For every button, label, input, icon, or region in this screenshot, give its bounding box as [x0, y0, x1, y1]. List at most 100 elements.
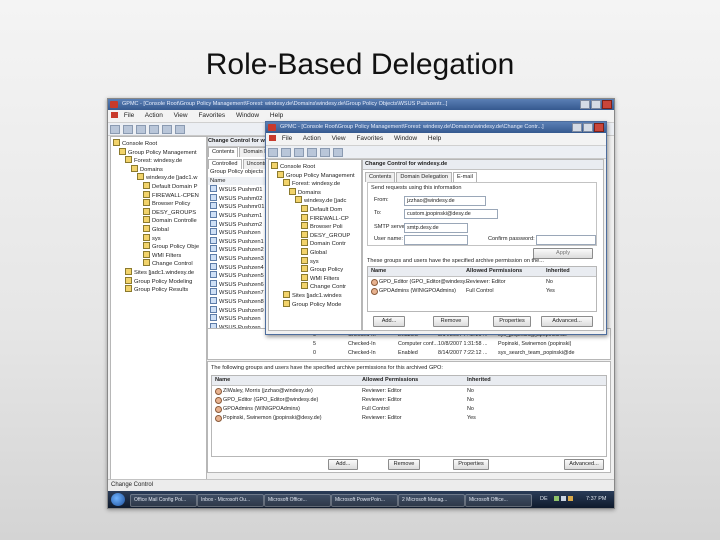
menu-window[interactable]: Window [394, 135, 417, 142]
back-window-titlebar[interactable]: GPMC - [Console Root\Group Policy Manage… [108, 99, 614, 110]
tab-email[interactable]: E-mail [452, 172, 477, 182]
menu-action[interactable]: Action [303, 135, 321, 142]
list-item[interactable]: WSUS Pushzen3 [208, 253, 270, 263]
front-advanced-button[interactable]: Advanced... [541, 316, 593, 327]
tree-node[interactable]: Group Policy Results [111, 285, 206, 294]
tree-node[interactable]: Change Control [111, 259, 206, 268]
tree-node[interactable]: Group Policy Mode [269, 299, 361, 309]
refresh-icon[interactable] [162, 125, 172, 134]
maximize-icon[interactable] [583, 123, 593, 132]
show-tree-icon[interactable] [149, 125, 159, 134]
menu-view[interactable]: View [332, 135, 346, 142]
tree-node[interactable]: Group Policy [269, 265, 361, 274]
tab-domain-delegation[interactable]: Domain Delegation [396, 172, 452, 182]
user-name-field[interactable] [404, 235, 468, 245]
tree-node[interactable]: sys [111, 233, 206, 243]
tree-node[interactable]: Default Dom [269, 204, 361, 214]
from-field[interactable]: jzzhao@windesy.de [404, 196, 486, 206]
list-item[interactable]: WSUS Pushzm1 [208, 210, 270, 220]
tree-node[interactable]: DESY_GROUP [269, 230, 361, 240]
list-item[interactable]: WSUS Pushm02 [208, 193, 270, 203]
list-item[interactable]: WSUS Pushzen [208, 228, 270, 237]
tree-node[interactable]: Console Root [269, 162, 361, 171]
tray-clock[interactable]: 7:37 PM [586, 496, 606, 502]
list-item[interactable]: WSUS Pushzen [208, 314, 270, 323]
menu-file[interactable]: File [124, 112, 134, 119]
close-icon[interactable] [602, 100, 612, 109]
taskbar-item[interactable]: 2 Microsoft Manag... [398, 494, 465, 507]
list-item[interactable]: WSUS Pushzen2 [208, 245, 270, 254]
up-folder-icon[interactable] [294, 148, 304, 157]
list-item[interactable]: WSUS Pushzm2 [208, 219, 270, 229]
table-row[interactable]: 0 Checked-In Enabled 8/14/2007 7:22:12 ... s… [208, 349, 610, 357]
tree-node[interactable]: Domain Controlle [111, 216, 206, 225]
taskbar-item[interactable]: Microsoft PowerPoin... [331, 494, 398, 507]
back-properties-button[interactable]: Properties [453, 459, 489, 470]
tree-node[interactable]: FIREWALL-CP [269, 213, 361, 223]
tree-node[interactable]: WMI Filters [269, 273, 361, 283]
tree-node[interactable]: Forest: windesy.de [269, 179, 361, 188]
perm-col-inherited[interactable]: Inherited [546, 267, 570, 276]
front-add-button[interactable]: Add... [373, 316, 405, 327]
tree-node[interactable]: DESY_GROUPS [111, 207, 206, 217]
list-item[interactable]: WSUS Pushzen6 [208, 279, 270, 289]
start-button[interactable] [111, 493, 125, 506]
perm-col-name[interactable]: Name [371, 267, 386, 276]
close-icon[interactable] [594, 123, 604, 132]
maximize-icon[interactable] [591, 100, 601, 109]
gpo-list-name-column[interactable]: Name [208, 176, 270, 186]
menu-help[interactable]: Help [270, 112, 283, 119]
list-item[interactable]: WSUS Pushzen9 [208, 305, 270, 315]
help-icon[interactable] [175, 125, 185, 134]
list-item[interactable]: WSUS Pushzen1 [208, 236, 270, 246]
perm-col-inherited[interactable]: Inherited [467, 376, 491, 385]
tree-node[interactable]: Default Domain P [111, 181, 206, 191]
refresh-icon[interactable] [320, 148, 330, 157]
taskbar-item[interactable]: Inbox - Microsoft Ou... [197, 494, 264, 507]
taskbar-item[interactable]: Microsoft Office... [264, 494, 331, 507]
tree-node[interactable]: Domain Contr [269, 239, 361, 248]
back-arrow-icon[interactable] [268, 148, 278, 157]
tree-node[interactable]: sys [269, 256, 361, 266]
taskbar-item[interactable]: Microsoft Office... [465, 494, 532, 507]
list-item[interactable]: WSUS Pushmr01 [208, 202, 270, 211]
menu-view[interactable]: View [174, 112, 188, 119]
tree-node[interactable]: Browser Poli [269, 222, 361, 231]
menu-file[interactable]: File [282, 135, 292, 142]
smtp-field[interactable]: smtp.desy.de [404, 223, 468, 233]
tree-node[interactable]: Group Policy Obje [111, 242, 206, 251]
tree-node[interactable]: Forest: windesy.de [111, 156, 206, 165]
table-row[interactable]: 5 Checked-In Computer conf... 10/8/2007 1:3… [208, 340, 610, 348]
forward-arrow-icon[interactable] [281, 148, 291, 157]
list-item[interactable]: WSUS Pushzen4 [208, 262, 270, 272]
minimize-icon[interactable] [580, 100, 590, 109]
tree-node[interactable]: Domains [111, 164, 206, 174]
tree-node[interactable]: Console Root [111, 139, 206, 148]
tab-contents[interactable]: Contents [208, 147, 239, 157]
table-row[interactable]: GPO_Editor (GPO_Editor@windesy.de) Review… [212, 396, 606, 404]
list-item[interactable]: WSUS Pushm01 [208, 185, 270, 194]
table-row[interactable]: ZIWaley, Morris (jzzhao@windesy.de) Revie… [212, 387, 606, 395]
tree-node[interactable]: Sites [jadc1.windes [269, 290, 361, 300]
tree-node[interactable]: Global [111, 224, 206, 234]
menu-action[interactable]: Action [145, 112, 163, 119]
table-row[interactable]: GPOAdmins (WIN\GPOAdmins) Full Control Yes [368, 287, 596, 295]
back-arrow-icon[interactable] [110, 125, 120, 134]
forward-arrow-icon[interactable] [123, 125, 133, 134]
menu-help[interactable]: Help [428, 135, 441, 142]
table-row[interactable]: GPO_Editor (GPO_Editor@windesy... Reviewe… [368, 278, 596, 286]
tree-node[interactable]: Global [269, 247, 361, 257]
front-window-titlebar[interactable]: GPMC - [Console Root\Group Policy Manage… [266, 122, 606, 133]
tray-language[interactable]: DE [540, 496, 548, 502]
tree-node[interactable]: Group Policy Management [269, 170, 361, 180]
tree-node[interactable]: windesy.de [jadc [269, 196, 361, 205]
tree-node[interactable]: Browser Policy [111, 199, 206, 208]
table-row[interactable]: Popinski, Swinemon (jpopinski@desy.de) Re… [212, 414, 606, 422]
tree-node[interactable]: Sites [jadc1.windesy.de [111, 267, 206, 277]
tree-node[interactable]: windesy.de [jadc1.w [111, 173, 206, 182]
tab-contents[interactable]: Contents [365, 172, 396, 182]
perm-col-allowed[interactable]: Allowed Permissions [362, 376, 418, 385]
network-icon[interactable] [554, 496, 559, 501]
perm-col-name[interactable]: Name [215, 376, 230, 385]
tree-node[interactable]: Group Policy Modeling [111, 276, 206, 286]
